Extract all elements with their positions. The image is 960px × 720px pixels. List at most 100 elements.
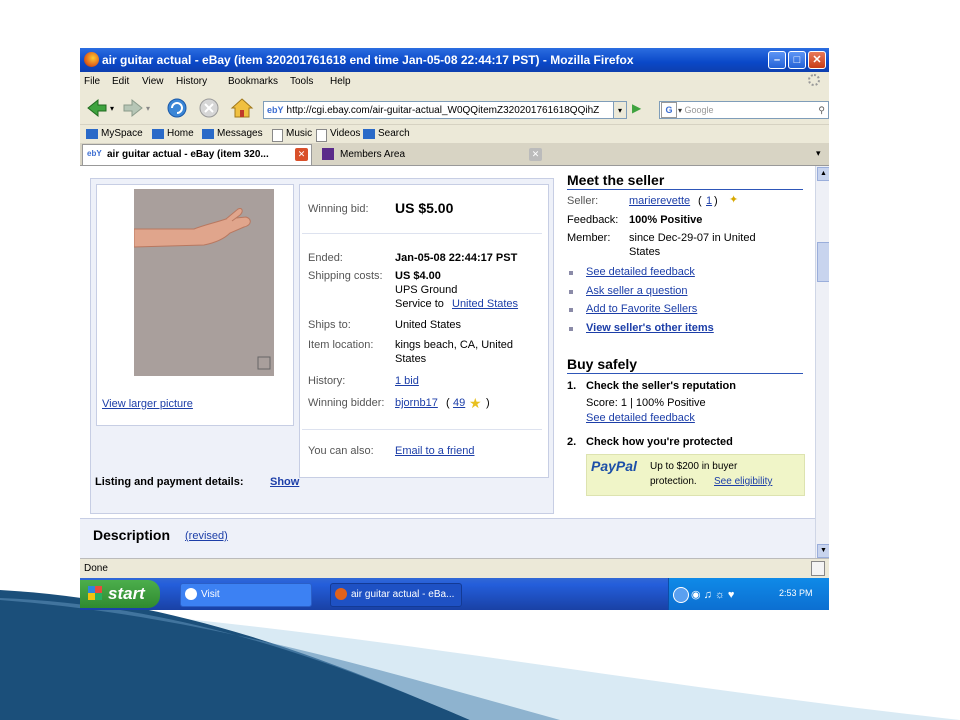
minimize-button[interactable]: – [768,51,786,69]
search-box[interactable]: G ▾ Google ⚲ [659,101,829,119]
seller-other-items-link[interactable]: View seller's other items [586,322,714,334]
myspace-icon [86,129,98,139]
navigation-toolbar: ▾ ▾ ebY http://cgi.ebay.com/air-guitar-ac… [80,91,829,124]
url-text: http://cgi.ebay.com/air-guitar-actual_W0… [286,105,600,116]
vertical-scrollbar[interactable]: ▲ ▼ [815,166,829,558]
item-photo-panel: View larger picture [96,184,294,426]
add-favorite-sellers-link[interactable]: Add to Favorite Sellers [586,303,697,315]
bidder-paren-open: ( [446,397,450,409]
seller-detailed-feedback-link[interactable]: See detailed feedback [586,266,695,278]
firefox-taskbar-icon [335,588,347,601]
winning-bidder-link[interactable]: bjornb17 [395,397,438,409]
close-button[interactable]: ✕ [808,51,826,69]
item-photo[interactable] [134,189,274,376]
windows-taskbar: start Visit air guitar actual - eBa... ◉… [80,578,829,610]
bookmark-messages[interactable]: Messages [217,128,263,139]
shipping-country-link[interactable]: United States [452,298,518,310]
bidder-score-link[interactable]: 49 [453,397,465,409]
tab-members-label: Members Area [340,149,406,160]
url-dropdown-icon[interactable]: ▾ [613,101,627,119]
scroll-thumb[interactable] [817,242,829,282]
seller-score-link[interactable]: 1 [706,195,712,207]
google-icon[interactable]: G [661,102,677,118]
back-arrow-icon[interactable] [86,98,108,118]
taskbar-item-firefox[interactable]: air guitar actual - eBa... [330,583,462,607]
bookmark-videos[interactable]: Videos [330,128,360,139]
tab-close-icon[interactable]: ✕ [529,148,542,161]
bullet-icon [569,290,573,294]
winning-bidder-label: Winning bidder: [308,397,385,409]
reload-icon[interactable] [166,97,188,119]
tab-ebay[interactable]: ebY air guitar actual - eBay (item 320..… [82,144,312,165]
search-magnifier-icon[interactable]: ⚲ [818,102,825,118]
scroll-up-arrow-icon[interactable]: ▲ [817,167,829,181]
step2-number: 2. [567,436,577,448]
tray-expand-icon[interactable] [673,587,689,603]
menu-edit[interactable]: Edit [112,76,129,87]
back-dropdown-icon[interactable]: ▾ [110,104,114,113]
search-bookmark-icon [363,129,375,139]
listing-details-label: Listing and payment details: [95,476,244,488]
paypal-text-line2: protection. [650,476,697,487]
menu-bookmarks[interactable]: Bookmarks [228,76,278,87]
tab-close-icon[interactable]: ✕ [295,148,308,161]
bookmark-search[interactable]: Search [378,128,410,139]
url-bar[interactable]: ebY http://cgi.ebay.com/air-guitar-actual… [263,101,627,119]
step1-detailed-feedback-link[interactable]: See detailed feedback [586,412,695,424]
ships-to-value: United States [395,319,462,331]
forward-arrow-icon[interactable] [122,98,144,118]
seller-name-link[interactable]: marierevette [629,195,690,207]
menu-help[interactable]: Help [330,76,351,87]
feedback-label: Feedback: [567,214,619,226]
item-summary-box: View larger picture Winning bid: US $5.0… [90,178,554,514]
winning-bid-value: US $5.00 [395,200,454,216]
menu-file[interactable]: File [84,76,100,87]
paypal-logo: PayPal [591,458,637,474]
listing-show-link[interactable]: Show [270,476,299,488]
buy-safely-heading: Buy safely [567,356,803,374]
ended-label: Ended: [308,252,343,264]
description-revised-link[interactable]: (revised) [185,530,228,542]
tray-icons[interactable]: ◉♫☼♥ [691,588,751,601]
go-arrow-icon[interactable]: ▶ [632,101,650,119]
menu-tools[interactable]: Tools [290,76,313,87]
ie-icon [185,588,197,601]
item-location-value-line2: States [395,353,427,365]
paypal-protection-box: PayPal Up to $200 in buyer protection. S… [586,454,805,496]
scroll-down-arrow-icon[interactable]: ▼ [817,544,829,558]
bookmark-music[interactable]: Music [286,128,312,139]
details-divider [302,233,542,234]
meet-seller-heading: Meet the seller [567,172,803,190]
maximize-button[interactable]: □ [788,51,806,69]
tab-members-area[interactable]: Members Area ✕ [316,145,546,164]
members-area-icon [322,148,334,160]
search-engine-dropdown-icon[interactable]: ▾ [678,106,682,115]
menu-view[interactable]: View [142,76,164,87]
description-bar: Description (revised) [80,518,815,558]
forward-dropdown-icon[interactable]: ▾ [146,104,150,113]
arm-photo [134,189,274,376]
taskbar-item-visit[interactable]: Visit [180,583,312,607]
email-friend-link[interactable]: Email to a friend [395,445,474,457]
bullet-icon [569,308,573,312]
bid-history-link[interactable]: 1 bid [395,375,419,387]
see-eligibility-link[interactable]: See eligibility [714,476,772,487]
start-button[interactable]: start [80,580,160,608]
bookmark-myspace[interactable]: MySpace [101,128,143,139]
shipping-costs-label: Shipping costs: [308,270,383,282]
menu-history[interactable]: History [176,76,207,87]
messages-icon [202,129,214,139]
tab-list-dropdown-icon[interactable]: ▾ [816,148,821,159]
title-bar[interactable]: air guitar actual - eBay (item 320201761… [80,48,829,72]
status-bar: Done [80,558,829,579]
menu-bar: File Edit View History Bookmarks Tools H… [80,72,829,91]
stop-icon[interactable] [198,97,220,119]
ask-seller-question-link[interactable]: Ask seller a question [586,285,688,297]
bookmarks-toolbar: MySpace Home Messages Music Videos Searc… [80,124,829,144]
item-location-value-line1: kings beach, CA, United [395,339,514,351]
status-resize-icon [811,561,825,576]
home-icon[interactable] [230,97,254,119]
bookmark-home[interactable]: Home [167,128,194,139]
home-bookmark-icon [152,129,164,139]
view-larger-picture-link[interactable]: View larger picture [102,398,193,410]
